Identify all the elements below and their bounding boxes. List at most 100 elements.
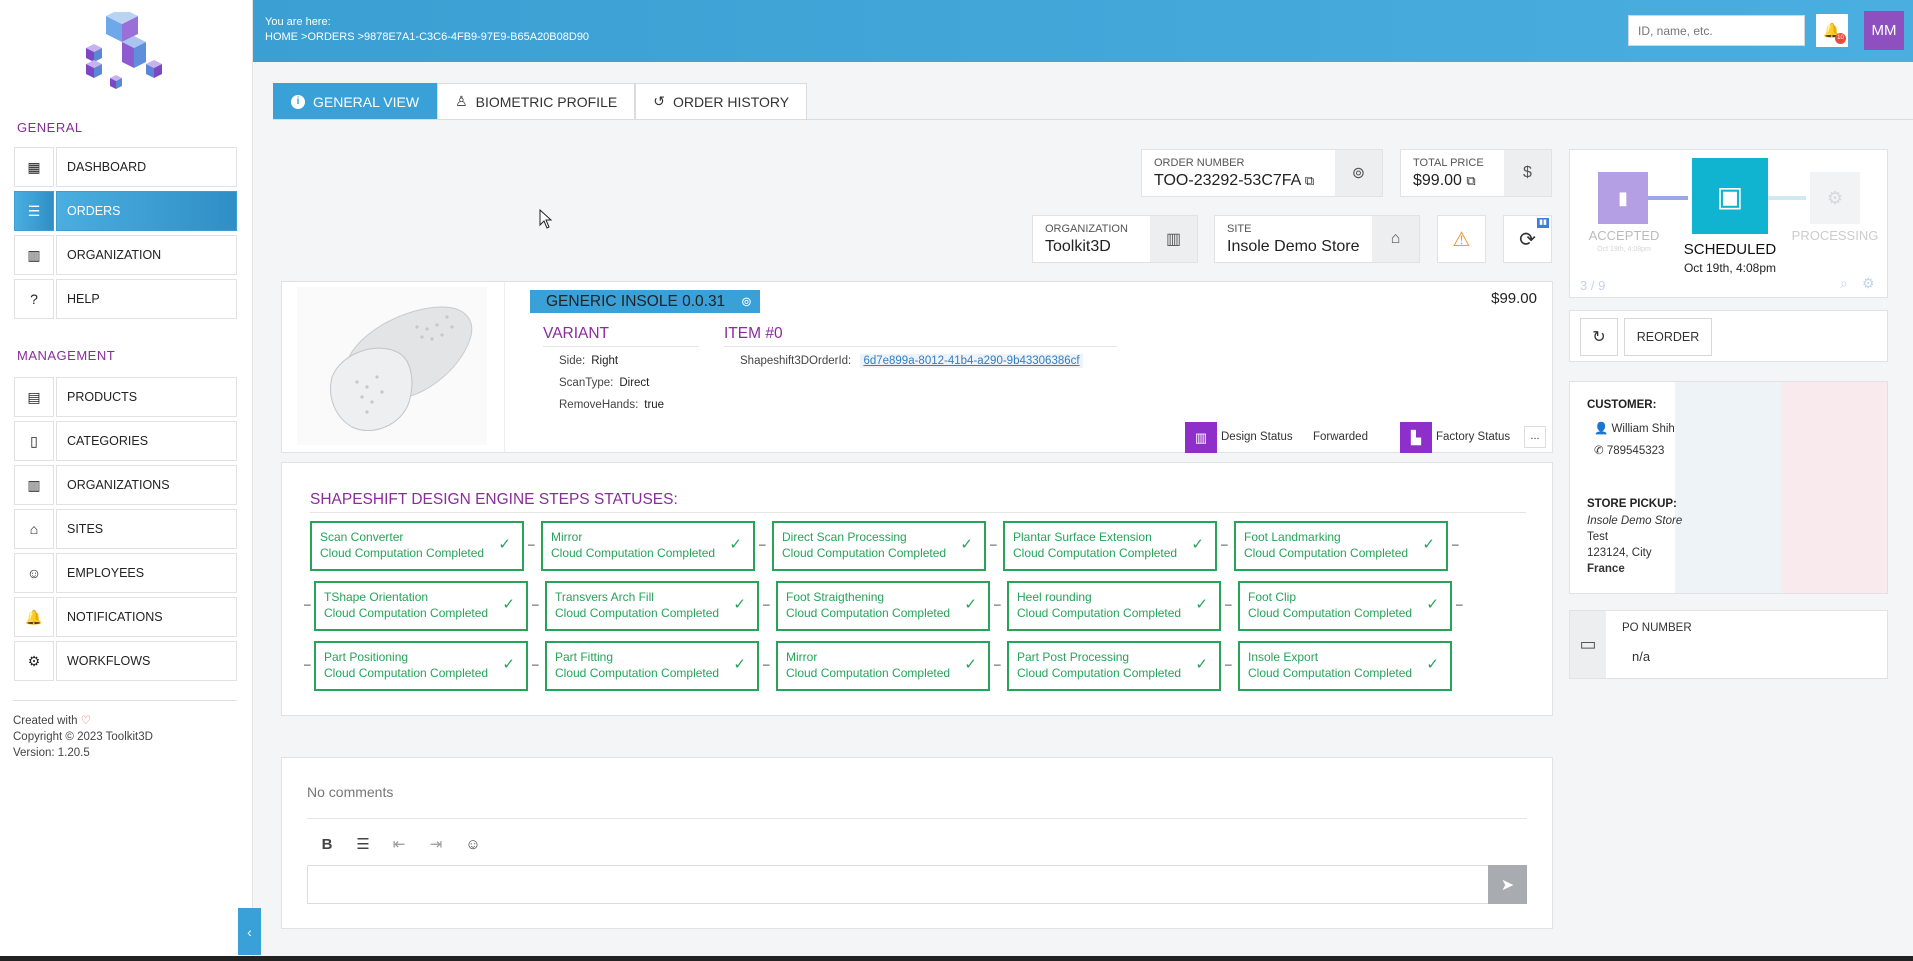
design-step[interactable]: Mirror Cloud Computation Completed ✓ [541, 521, 755, 571]
variant-side: Side: Right [559, 355, 618, 367]
breadcrumb[interactable]: HOME >ORDERS >9878E7A1-C3C6-4FB9-97E9-B6… [265, 31, 589, 43]
gear-icon[interactable]: ⚙ [1862, 275, 1875, 292]
gears-icon: ⚙ [1826, 187, 1844, 208]
sidebar-item-notifications[interactable]: 🔔 NOTIFICATIONS [14, 597, 237, 637]
design-step-status: Cloud Computation Completed [786, 665, 951, 680]
sidebar-divider [13, 700, 237, 701]
fingerprint-button[interactable]: ⊚ [1335, 150, 1382, 196]
design-step[interactable]: Insole Export Cloud Computation Completed… [1238, 641, 1452, 691]
product-fingerprint-button[interactable]: ⊚ [733, 290, 760, 313]
removehands-label: RemoveHands: [559, 399, 639, 411]
design-step[interactable]: Part Positioning Cloud Computation Comple… [314, 641, 528, 691]
side-label: Side: [559, 355, 586, 367]
design-step[interactable]: Part Post Processing Cloud Computation Co… [1007, 641, 1221, 691]
customer-bg-panel [1781, 382, 1887, 593]
chevron-left-icon: ‹ [247, 923, 252, 940]
check-icon: ✓ [1191, 536, 1204, 553]
tab-biometric-profile[interactable]: ♙ BIOMETRIC PROFILE [437, 83, 636, 120]
sidebar-item-products[interactable]: ▤ PRODUCTS [14, 377, 237, 417]
phone-icon: ✆ [1594, 445, 1604, 457]
design-step[interactable]: Transvers Arch Fill Cloud Computation Com… [545, 581, 759, 631]
design-step[interactable]: Scan Converter Cloud Computation Complete… [310, 521, 524, 571]
reorder-refresh-button[interactable]: ↻ [1580, 318, 1618, 356]
customer-label: CUSTOMER: [1587, 399, 1657, 411]
bookmark-icon: ▮ [1618, 187, 1628, 208]
product-title[interactable]: GENERIC INSOLE 0.0.31 [530, 290, 742, 313]
you-are-here-label: You are here: [265, 16, 331, 28]
building-icon: ▥ [1165, 231, 1182, 248]
step-connector: – [763, 657, 770, 671]
step-connector: – [532, 597, 539, 611]
organization-label: ORGANIZATION [1045, 223, 1128, 235]
design-step[interactable]: Foot Clip Cloud Computation Completed ✓ [1238, 581, 1452, 631]
toolkit3d-logo [86, 12, 162, 89]
steps-divider [310, 512, 1526, 513]
notifications-button[interactable]: 🔔 10 [1816, 14, 1848, 47]
scheduled-step[interactable]: ▣ [1692, 158, 1768, 234]
shapeshift-order-link[interactable]: 6d7e899a-8012-41b4-a290-9b43306386cf [860, 354, 1083, 368]
design-step[interactable]: Foot Landmarking Cloud Computation Comple… [1234, 521, 1448, 571]
dashboard-icon: ▦ [14, 147, 54, 187]
processing-step[interactable]: ⚙ [1810, 172, 1860, 224]
sidebar-item-orders[interactable]: ☰ ORDERS [14, 191, 237, 231]
emoji-icon[interactable]: ☺ [462, 833, 484, 855]
design-step-status: Cloud Computation Completed [555, 605, 720, 620]
check-icon: ✓ [960, 536, 973, 553]
design-step[interactable]: Direct Scan Processing Cloud Computation … [772, 521, 986, 571]
check-icon: ✓ [1426, 656, 1439, 673]
sidebar-item-help[interactable]: ? HELP [14, 279, 237, 319]
design-step[interactable]: TShape Orientation Cloud Computation Comp… [314, 581, 528, 631]
check-icon: ✓ [964, 596, 977, 613]
reorder-button[interactable]: REORDER [1624, 318, 1712, 356]
sidebar-item-label: WORKFLOWS [56, 641, 237, 681]
search-icon[interactable]: ⌕ [1840, 275, 1848, 292]
send-comment-button[interactable]: ➤ [1488, 865, 1527, 904]
more-button[interactable]: ... [1524, 426, 1546, 448]
indent-icon[interactable]: ⇥ [425, 833, 447, 855]
steps-title: SHAPESHIFT DESIGN ENGINE STEPS STATUSES: [310, 491, 678, 508]
bullet-list-icon[interactable]: ☰ [352, 833, 374, 855]
tab-divider [273, 119, 1913, 120]
design-step[interactable]: Part Fitting Cloud Computation Completed ✓ [545, 641, 759, 691]
tab-general-view[interactable]: i GENERAL VIEW [273, 83, 438, 120]
design-step-name: Scan Converter [320, 530, 404, 544]
sidebar-item-label: ORDERS [56, 191, 237, 231]
sidebar-item-workflows[interactable]: ⚙ WORKFLOWS [14, 641, 237, 681]
user-avatar[interactable]: MM [1864, 11, 1904, 50]
warning-button[interactable]: ⚠ [1437, 215, 1486, 263]
step-connector: – [1225, 597, 1232, 611]
removehands-value: true [644, 399, 665, 411]
design-step[interactable]: Mirror Cloud Computation Completed ✓ [776, 641, 990, 691]
copy-icon[interactable]: ⧉ [1305, 173, 1314, 188]
redo-icon: ↻ [1592, 329, 1606, 346]
sidebar: GENERAL ▦ DASHBOARD ☰ ORDERS ▥ ORGANIZAT… [0, 0, 253, 961]
dollar-icon: $ [1523, 164, 1532, 181]
sidebar-item-employees[interactable]: ☺ EMPLOYEES [14, 553, 237, 593]
sidebar-item-organization[interactable]: ▥ ORGANIZATION [14, 235, 237, 275]
bold-icon[interactable]: B [316, 833, 338, 855]
tab-order-history[interactable]: ↺ ORDER HISTORY [635, 83, 808, 120]
sidebar-item-dashboard[interactable]: ▦ DASHBOARD [14, 147, 237, 187]
outdent-icon[interactable]: ⇤ [388, 833, 410, 855]
site-value: Insole Demo Store [1227, 238, 1360, 255]
search-input[interactable] [1628, 15, 1805, 46]
sidebar-item-sites[interactable]: ⌂ SITES [14, 509, 237, 549]
organization-button[interactable]: ▥ [1150, 216, 1197, 262]
dollar-button[interactable]: $ [1504, 150, 1551, 196]
site-button[interactable]: ⌂ [1372, 216, 1419, 262]
copy-icon[interactable]: ⧉ [1466, 173, 1475, 188]
variant-removehands: RemoveHands: true [559, 399, 664, 411]
refresh-button[interactable]: ⟳ ▮▮ [1503, 215, 1552, 263]
design-step[interactable]: Foot Straigthening Cloud Computation Comp… [776, 581, 990, 631]
design-step[interactable]: Plantar Surface Extension Cloud Computati… [1003, 521, 1217, 571]
design-step[interactable]: Heel rounding Cloud Computation Completed… [1007, 581, 1221, 631]
collapse-sidebar-button[interactable]: ‹ [238, 908, 261, 955]
info-icon: i [291, 94, 305, 109]
pickup-store: Insole Demo Store [1587, 515, 1683, 527]
sidebar-item-categories[interactable]: ▯ CATEGORIES [14, 421, 237, 461]
sidebar-item-organizations[interactable]: ▥ ORGANIZATIONS [14, 465, 237, 505]
calendar-check-icon: ▣ [1716, 180, 1744, 212]
step-connector: – [304, 657, 311, 671]
comment-input[interactable] [307, 865, 1492, 904]
accepted-step[interactable]: ▮ [1598, 172, 1648, 224]
